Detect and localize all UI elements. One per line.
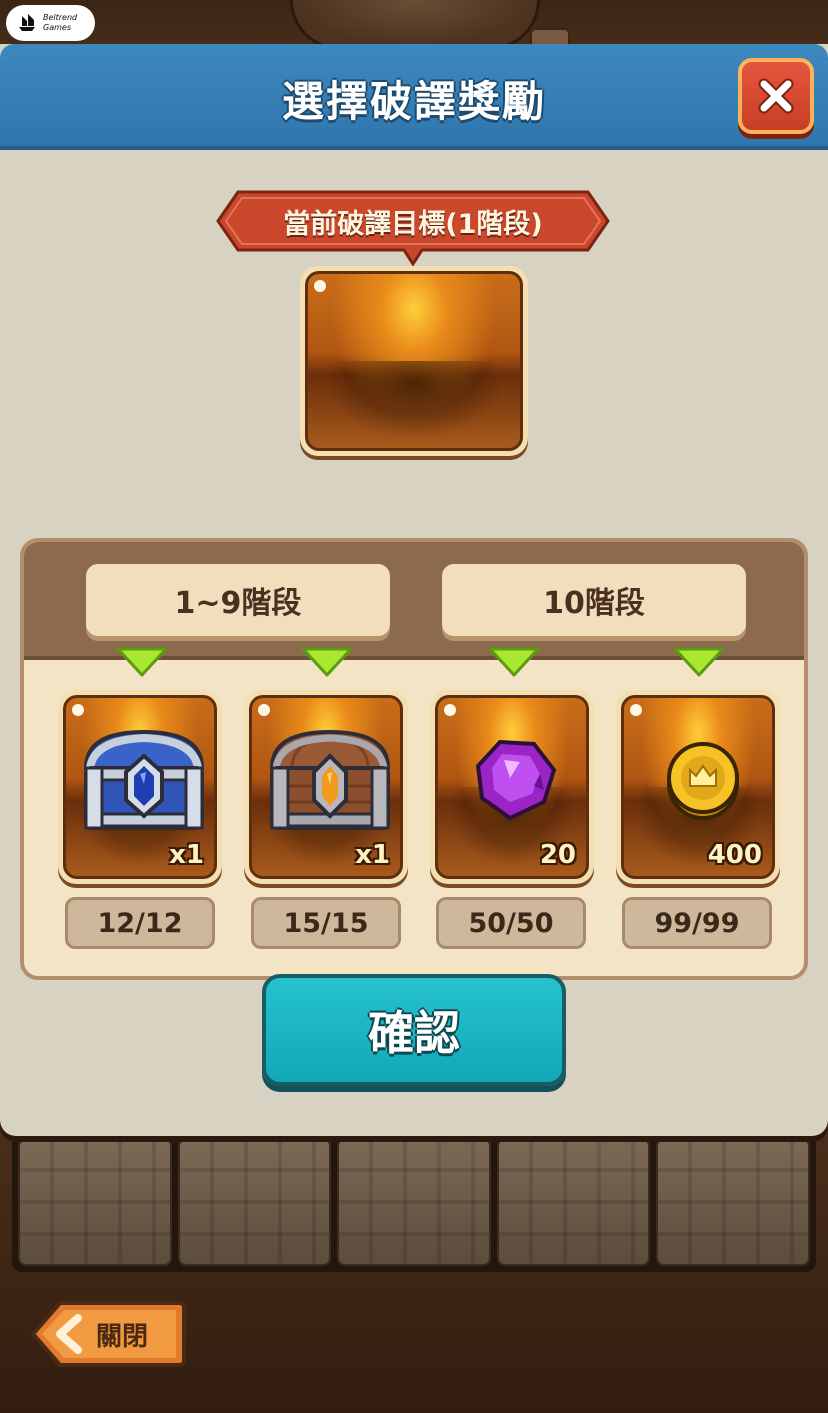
stone-tile	[18, 1138, 172, 1266]
beltrend-logo: Beltrend Games	[6, 5, 95, 41]
reward-count: 99/99	[622, 897, 772, 949]
purple-gem-icon	[475, 739, 557, 821]
reward-card-sapphire-chest[interactable]: x1	[58, 690, 222, 884]
stone-tile	[656, 1138, 810, 1266]
green-arrow-icon	[488, 647, 540, 677]
ship-icon	[19, 14, 35, 31]
reward-card-background: x1	[249, 695, 403, 879]
slot-shade	[308, 361, 520, 448]
decode-reward-dialog: 選擇破譯獎勵 當前破譯目標(1階段) 1~9階段 10階段 x1 x1 20 4…	[0, 44, 828, 1136]
sapphire-chest-icon	[83, 729, 205, 830]
stone-tile	[496, 1138, 651, 1266]
stone-tile-row	[12, 1132, 816, 1272]
gold-coin-icon	[667, 742, 739, 820]
reward-count: 50/50	[436, 897, 586, 949]
tier-tab-1-9[interactable]: 1~9階段	[86, 564, 390, 636]
close-x-icon	[758, 78, 794, 114]
back-button[interactable]: 關閉	[30, 1300, 186, 1368]
back-label: 關閉	[96, 1321, 149, 1352]
stone-tile	[177, 1138, 332, 1266]
rewards-panel: 1~9階段 10階段 x1 x1 20 400 12/12 15/15 50/5…	[20, 538, 808, 980]
close-button[interactable]	[738, 58, 814, 134]
green-arrow-icon	[673, 647, 725, 677]
reward-count: 15/15	[251, 897, 401, 949]
target-item-slot[interactable]	[300, 266, 528, 456]
logo-line-1: Beltrend	[43, 13, 78, 22]
reward-quantity: 400	[707, 840, 762, 870]
reward-card-background: x1	[63, 695, 217, 879]
reward-card-background: 400	[621, 695, 775, 879]
current-target-label: 當前破譯目標(1階段)	[283, 208, 543, 240]
wooden-chest-icon	[269, 729, 391, 830]
reward-quantity: x1	[169, 840, 204, 870]
dialog-title: 選擇破譯獎勵	[281, 77, 546, 126]
reward-card-purple-gem[interactable]: 20	[430, 690, 594, 884]
green-arrow-icon	[116, 647, 168, 677]
background-ornament	[290, 0, 540, 50]
reward-quantity: x1	[355, 840, 390, 870]
stone-tile	[337, 1138, 491, 1266]
reward-card-gold-coin[interactable]: 400	[616, 690, 780, 884]
tier-tab-10[interactable]: 10階段	[442, 564, 746, 636]
confirm-button[interactable]: 確認	[262, 974, 566, 1086]
reward-quantity: 20	[539, 840, 576, 870]
reward-count: 12/12	[65, 897, 215, 949]
logo-line-2: Games	[43, 23, 71, 32]
reward-card-background: 20	[435, 695, 589, 879]
dialog-header: 選擇破譯獎勵	[0, 44, 828, 150]
slot-background	[305, 271, 523, 451]
current-target-ribbon: 當前破譯目標(1階段)	[216, 190, 610, 267]
tier-header: 1~9階段 10階段	[24, 542, 804, 660]
reward-card-wooden-chest[interactable]: x1	[244, 690, 408, 884]
green-arrow-icon	[301, 647, 353, 677]
